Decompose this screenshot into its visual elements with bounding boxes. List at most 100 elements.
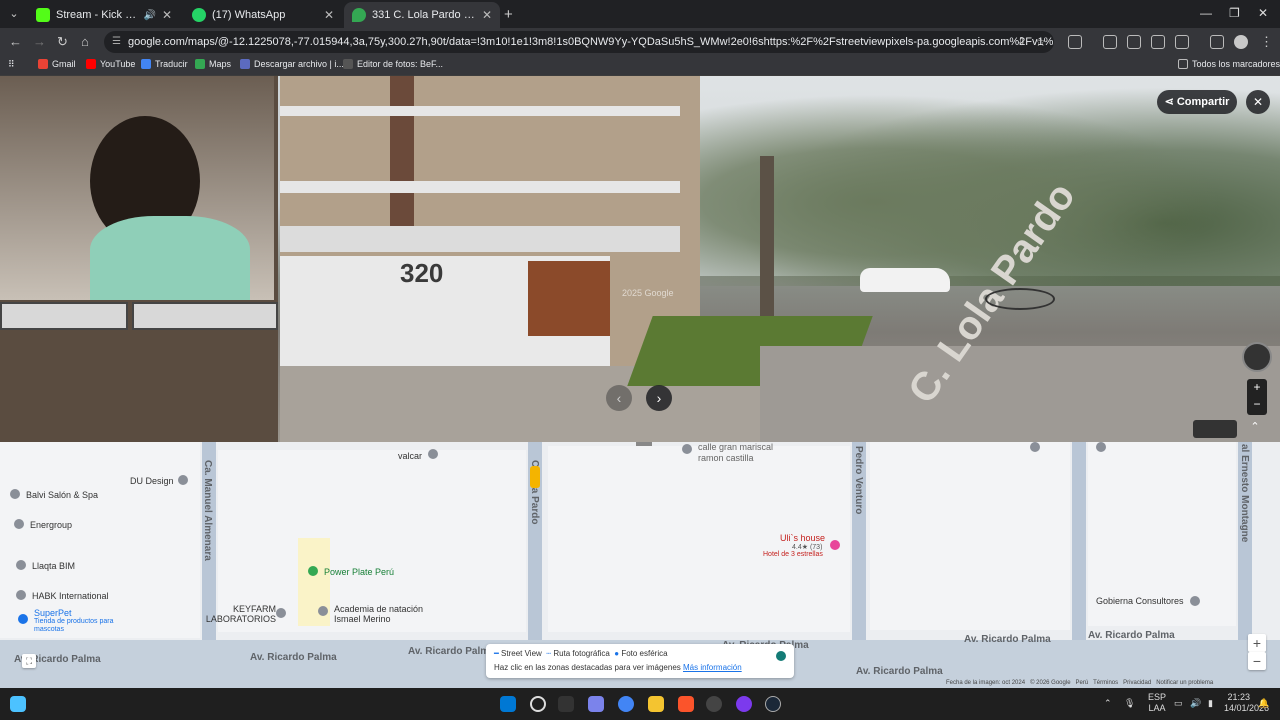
poi-icon[interactable] bbox=[1030, 442, 1040, 452]
bookmark-descargar[interactable]: Descargar archivo | i... bbox=[240, 59, 344, 69]
file-explorer-icon[interactable] bbox=[648, 696, 664, 712]
home-icon[interactable]: ⌂ bbox=[81, 34, 89, 49]
forward-icon[interactable]: → bbox=[33, 34, 46, 49]
place-label[interactable]: Academia de natación Ismael Merino bbox=[334, 604, 434, 624]
hotel-icon[interactable] bbox=[830, 540, 840, 550]
layer-thumbnails[interactable] bbox=[1193, 420, 1237, 438]
pegman-icon[interactable] bbox=[530, 466, 540, 488]
obs-icon[interactable] bbox=[706, 696, 722, 712]
place-label[interactable]: Balvi Salón & Spa bbox=[26, 490, 98, 500]
bookmark-traducir[interactable]: Traducir bbox=[141, 59, 188, 69]
expand-icon[interactable]: ⌃ bbox=[1245, 420, 1265, 438]
minimize-button[interactable]: — bbox=[1200, 6, 1212, 20]
place-label[interactable]: Uli`s house bbox=[780, 533, 825, 543]
microphone-icon[interactable]: 🎙 bbox=[1124, 698, 1135, 709]
street-view-panel[interactable]: 320 2025 Google C. Lola Pardo ⋖ Comparti… bbox=[0, 76, 1280, 442]
legend-toggle-icon[interactable] bbox=[776, 651, 786, 661]
extension-icon[interactable] bbox=[1103, 35, 1117, 49]
brave-icon[interactable] bbox=[678, 696, 694, 712]
poi-icon[interactable] bbox=[428, 449, 438, 459]
extension-icon[interactable] bbox=[1068, 35, 1082, 49]
close-street-view-button[interactable]: ✕ bbox=[1246, 90, 1270, 114]
install-app-icon[interactable]: ⇩ bbox=[1017, 31, 1026, 53]
poi-icon[interactable] bbox=[178, 475, 188, 485]
poi-icon[interactable] bbox=[14, 519, 24, 529]
task-view-icon[interactable] bbox=[558, 696, 574, 712]
site-info-icon[interactable]: ☰ bbox=[112, 31, 121, 53]
terms-link[interactable]: Términos bbox=[1093, 680, 1118, 686]
map-zoom-out-button[interactable]: − bbox=[1248, 652, 1266, 670]
zoom-in-button[interactable]: + bbox=[1247, 379, 1267, 396]
all-bookmarks[interactable]: Todos los marcadores bbox=[1178, 59, 1280, 69]
close-tab-icon[interactable]: ✕ bbox=[482, 8, 492, 22]
app-icon[interactable] bbox=[736, 696, 752, 712]
battery-icon[interactable]: ▮ bbox=[1208, 698, 1213, 709]
place-label[interactable]: DU Design bbox=[130, 476, 174, 486]
map-zoom-in-button[interactable]: + bbox=[1248, 634, 1266, 652]
clock[interactable]: 21:23 14/01/2026 bbox=[1224, 692, 1269, 714]
privacy-link[interactable]: Privacidad bbox=[1123, 680, 1151, 686]
place-label[interactable]: valcar bbox=[398, 451, 422, 461]
link-icon[interactable] bbox=[1175, 35, 1189, 49]
windows-start-icon[interactable] bbox=[500, 696, 516, 712]
steam-icon[interactable] bbox=[765, 696, 781, 712]
back-icon[interactable]: ← bbox=[9, 34, 22, 49]
display-icon[interactable]: ▭ bbox=[1174, 698, 1183, 709]
close-tab-icon[interactable]: ✕ bbox=[162, 8, 172, 22]
zoom-out-button[interactable]: − bbox=[1247, 396, 1267, 413]
address-bar[interactable]: ☰ google.com/maps/@-12.1225078,-77.01594… bbox=[104, 31, 1054, 53]
reading-list-icon[interactable] bbox=[1210, 35, 1224, 49]
bookmark-maps[interactable]: Maps bbox=[195, 59, 231, 69]
extension-icon[interactable] bbox=[1127, 35, 1141, 49]
region-link[interactable]: Perú bbox=[1076, 680, 1089, 686]
previous-arrow-button[interactable]: ‹ bbox=[606, 385, 632, 411]
language-indicator[interactable]: ESP LAA bbox=[1148, 692, 1166, 714]
place-label[interactable]: Gobierna Consultores bbox=[1096, 596, 1184, 606]
chevron-up-icon[interactable]: ⌃ bbox=[1104, 698, 1112, 709]
poi-icon[interactable] bbox=[16, 560, 26, 570]
teams-icon[interactable] bbox=[588, 696, 604, 712]
poi-icon[interactable] bbox=[1190, 596, 1200, 606]
panel-resize-handle[interactable] bbox=[636, 442, 652, 446]
speaker-icon[interactable]: 🔊 bbox=[143, 10, 155, 21]
tab-whatsapp[interactable]: (17) WhatsApp ✕ bbox=[184, 2, 342, 28]
poi-icon[interactable] bbox=[682, 444, 692, 454]
poi-icon[interactable] bbox=[10, 489, 20, 499]
tab-search-button[interactable]: ⌄ bbox=[4, 4, 24, 24]
translate-icon[interactable] bbox=[1151, 35, 1165, 49]
map-panel[interactable]: Ca. Manuel Almenara C. Lola Pardo Pedro … bbox=[0, 442, 1280, 688]
bookmark-youtube[interactable]: YouTube bbox=[86, 59, 135, 69]
next-arrow-button[interactable]: › bbox=[646, 385, 672, 411]
volume-icon[interactable]: 🔊 bbox=[1190, 698, 1201, 709]
place-label[interactable]: SuperPet bbox=[34, 608, 72, 618]
share-button[interactable]: ⋖ Compartir bbox=[1157, 90, 1237, 114]
widgets-icon[interactable] bbox=[10, 696, 26, 712]
pet-store-icon[interactable] bbox=[18, 614, 28, 624]
bookmark-gmail[interactable]: Gmail bbox=[38, 59, 76, 69]
place-label[interactable]: KEYFARM LABORATORIOS bbox=[204, 604, 276, 624]
close-tab-icon[interactable]: ✕ bbox=[324, 8, 334, 22]
chrome-icon[interactable] bbox=[618, 696, 634, 712]
poi-icon[interactable] bbox=[276, 608, 286, 618]
tab-kick[interactable]: Stream - Kick Dashboard 🔊 ✕ bbox=[28, 2, 180, 28]
close-window-button[interactable]: ✕ bbox=[1258, 6, 1268, 20]
profile-avatar[interactable] bbox=[1234, 35, 1248, 49]
poi-icon[interactable] bbox=[1096, 442, 1106, 452]
more-info-link[interactable]: Más información bbox=[683, 663, 742, 672]
poi-icon[interactable] bbox=[318, 606, 328, 616]
fullscreen-icon[interactable]: ⛶ bbox=[22, 654, 36, 668]
compass-icon[interactable] bbox=[1242, 342, 1272, 372]
tab-google-maps[interactable]: 331 C. Lola Pardo - Google Maps ✕ bbox=[344, 2, 500, 28]
reload-icon[interactable]: ↻ bbox=[57, 34, 68, 50]
place-label[interactable]: Energroup bbox=[30, 520, 72, 530]
bookmark-editor[interactable]: Editor de fotos: BeF... bbox=[343, 59, 443, 69]
restore-button[interactable]: ❐ bbox=[1229, 6, 1240, 20]
gym-icon[interactable] bbox=[308, 566, 318, 576]
place-label[interactable]: Power Plate Perú bbox=[324, 567, 394, 577]
notifications-icon[interactable]: 🔔 bbox=[1258, 698, 1269, 709]
place-label[interactable]: Llaqta BIM bbox=[32, 561, 75, 571]
search-icon[interactable] bbox=[530, 696, 546, 712]
menu-icon[interactable]: ⋮ bbox=[1260, 34, 1273, 50]
apps-icon[interactable]: ⠿ bbox=[8, 59, 15, 70]
new-tab-button[interactable]: + bbox=[504, 6, 513, 23]
